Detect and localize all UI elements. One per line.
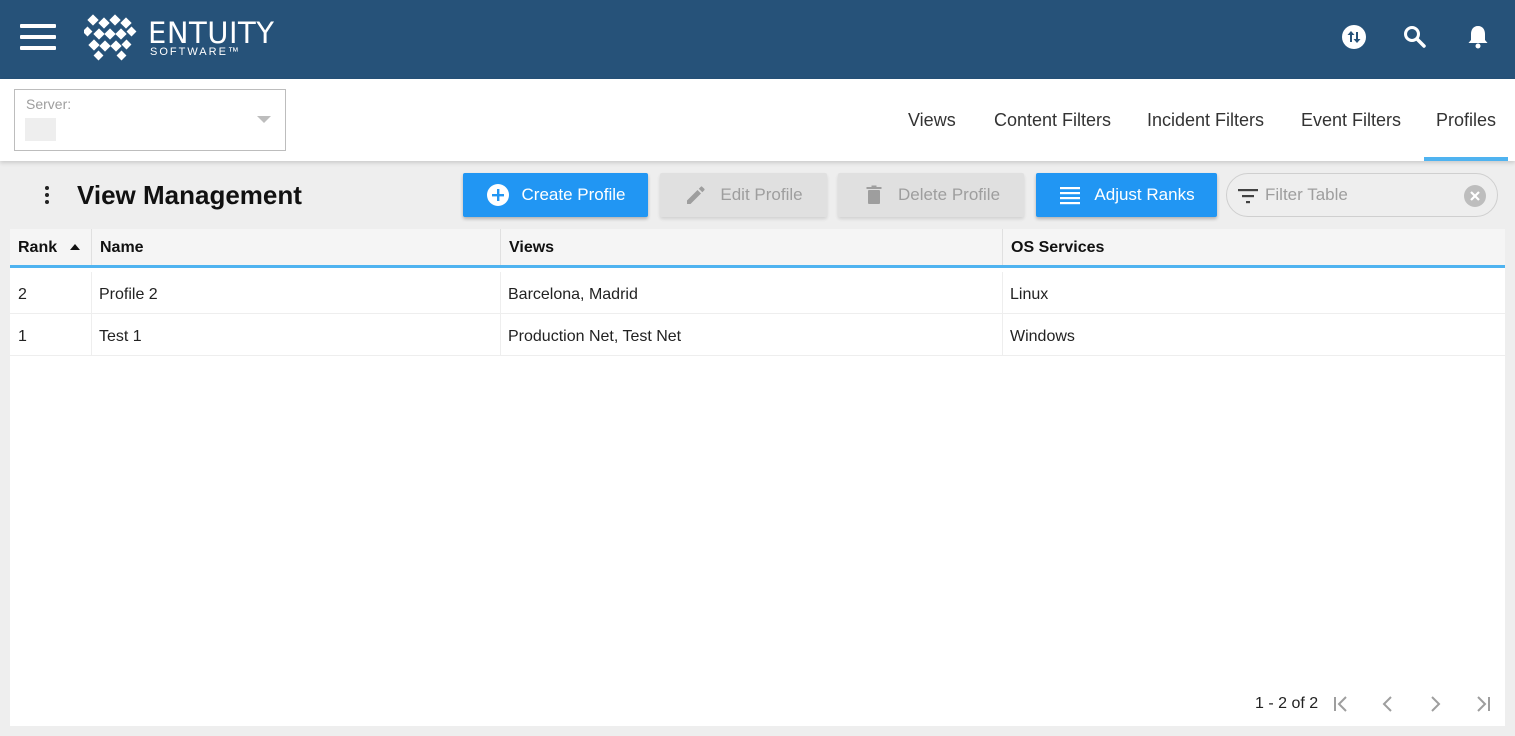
list-icon [1060,187,1081,205]
table-row[interactable]: 1 Test 1 Production Net, Test Net Window… [10,314,1505,356]
create-profile-label: Create Profile [521,185,626,204]
cell-views: Barcelona, Madrid [500,272,1003,313]
page-title: View Management [77,180,302,210]
add-circle-icon [486,184,509,206]
tab-profiles[interactable]: Profiles [1423,79,1509,161]
pencil-icon [687,186,705,204]
server-select[interactable]: Server: [14,89,286,151]
adjust-ranks-label: Adjust Ranks [1094,185,1195,204]
search-icon[interactable] [1400,22,1430,52]
cell-name: Test 1 [91,314,501,355]
filter-table [1226,173,1498,217]
brand-subtitle: SOFTWARE™ [150,46,241,58]
pagination-summary: 1 - 2 of 2 [1255,695,1319,712]
edit-profile-button[interactable]: Edit Profile [660,173,827,217]
cell-rank: 2 [10,272,92,313]
create-profile-button[interactable]: Create Profile [463,173,648,217]
cell-os-services: Linux [1010,286,1049,303]
tab-event-filters[interactable]: Event Filters [1301,79,1401,161]
tab-content-filters[interactable]: Content Filters [994,79,1111,161]
tab-incident-filters[interactable]: Incident Filters [1147,79,1264,161]
sub-header: Server: Views Content Filters Incident F… [0,79,1515,161]
entuity-logo-mark [84,14,137,61]
delete-profile-button[interactable]: Delete Profile [838,173,1024,217]
first-page-icon[interactable] [1330,693,1352,715]
last-page-icon[interactable] [1472,693,1494,715]
cell-views: Production Net, Test Net [500,314,1003,355]
adjust-ranks-button[interactable]: Adjust Ranks [1036,173,1217,217]
chevron-down-icon [257,116,271,123]
sort-ascending-icon [70,244,80,250]
column-header-views[interactable]: Views [501,229,1003,265]
entuity-logo[interactable]: ENTUITY SOFTWARE™ [84,14,284,64]
cell-rank: 1 [10,314,92,355]
cell-os-services: Windows [1010,328,1075,345]
delete-profile-label: Delete Profile [897,185,1001,204]
column-header-rank[interactable]: Rank [10,229,92,265]
filter-input[interactable] [1265,182,1455,208]
menu-icon[interactable] [20,24,56,50]
app-header: ENTUITY SOFTWARE™ [0,0,1515,79]
server-label: Server: [26,96,72,112]
cell-name: Profile 2 [91,272,501,313]
previous-page-icon[interactable] [1377,693,1399,715]
column-header-os-services[interactable]: OS Services [1003,229,1505,265]
column-header-name[interactable]: Name [92,229,501,265]
more-options-icon[interactable] [38,182,56,208]
column-header-label: Rank [18,239,58,256]
tab-views[interactable]: Views [908,79,956,161]
filter-icon [1238,189,1258,204]
sync-icon[interactable] [1339,22,1369,52]
next-page-icon[interactable] [1424,693,1446,715]
trash-icon [866,185,882,204]
edit-profile-label: Edit Profile [720,185,803,204]
brand-name: ENTUITY [148,16,275,50]
table-row[interactable]: 2 Profile 2 Barcelona, Madrid Linux [10,272,1505,314]
clear-icon[interactable] [1463,184,1487,208]
profiles-table: Rank Name Views OS Services 2 Profile 2 … [10,229,1505,726]
notifications-icon[interactable] [1463,22,1493,52]
server-value [25,118,56,141]
table-header: Rank Name Views OS Services [10,229,1505,268]
